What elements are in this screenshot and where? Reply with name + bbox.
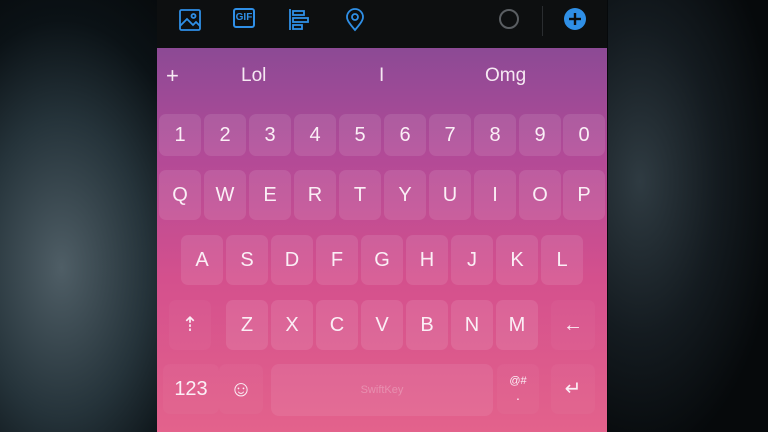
key-9[interactable]: 9	[519, 114, 561, 156]
key-2[interactable]: 2	[204, 114, 246, 156]
symbols-key[interactable]: @# .	[497, 364, 539, 414]
key-5[interactable]: 5	[339, 114, 381, 156]
symbols-sub-label: .	[516, 387, 520, 403]
key-c[interactable]: C	[316, 300, 358, 350]
key-t[interactable]: T	[339, 170, 381, 220]
suggestion-center[interactable]: I	[379, 64, 384, 88]
add-icon[interactable]	[563, 7, 587, 31]
key-n[interactable]: N	[451, 300, 493, 350]
toolbar-divider	[542, 6, 543, 36]
shift-key[interactable]: ⇡	[169, 300, 211, 350]
background-right	[608, 0, 768, 432]
gif-icon[interactable]: GIF	[233, 8, 255, 28]
key-l[interactable]: L	[541, 235, 583, 285]
phone-screen: G I F + Lol I Omg 1 2 3 4 5 6 7 8 9 0 Q W …	[157, 0, 607, 432]
image-icon[interactable]	[178, 8, 202, 32]
emoji-key[interactable]: ☺	[219, 364, 263, 414]
suggestion-left[interactable]: Lol	[241, 64, 266, 88]
keyboard: + Lol I Omg 1 2 3 4 5 6 7 8 9 0 Q W E R …	[157, 48, 607, 432]
key-0[interactable]: 0	[563, 114, 605, 156]
key-q[interactable]: Q	[159, 170, 201, 220]
key-v[interactable]: V	[361, 300, 403, 350]
key-w[interactable]: W	[204, 170, 246, 220]
key-f[interactable]: F	[316, 235, 358, 285]
key-p[interactable]: P	[563, 170, 605, 220]
key-z[interactable]: Z	[226, 300, 268, 350]
location-icon[interactable]	[343, 8, 367, 32]
key-7[interactable]: 7	[429, 114, 471, 156]
space-brand-label: SwiftKey	[360, 384, 404, 396]
key-r[interactable]: R	[294, 170, 336, 220]
key-b[interactable]: B	[406, 300, 448, 350]
symbols-label: @#	[509, 375, 527, 387]
key-e[interactable]: E	[249, 170, 291, 220]
key-3[interactable]: 3	[249, 114, 291, 156]
enter-key[interactable]: ↵	[551, 364, 595, 414]
key-m[interactable]: M	[496, 300, 538, 350]
key-8[interactable]: 8	[474, 114, 516, 156]
space-bar[interactable]: SwiftKey	[271, 364, 493, 416]
key-4[interactable]: 4	[294, 114, 336, 156]
key-g[interactable]: G	[361, 235, 403, 285]
suggestion-right[interactable]: Omg	[485, 64, 526, 88]
emoji-icon: ☺	[229, 376, 253, 401]
suggestion-bar: + Lol I Omg	[157, 48, 607, 104]
backspace-key[interactable]: ←	[551, 300, 595, 350]
numbers-key[interactable]: 123	[163, 364, 219, 414]
key-d[interactable]: D	[271, 235, 313, 285]
circle-icon[interactable]	[497, 7, 521, 31]
key-j[interactable]: J	[451, 235, 493, 285]
key-s[interactable]: S	[226, 235, 268, 285]
format-icon[interactable]	[287, 8, 311, 32]
keyboard-toolbar: GIF	[157, 0, 607, 48]
key-6[interactable]: 6	[384, 114, 426, 156]
key-o[interactable]: O	[519, 170, 561, 220]
key-i[interactable]: I	[474, 170, 516, 220]
key-u[interactable]: U	[429, 170, 471, 220]
key-1[interactable]: 1	[159, 114, 201, 156]
key-k[interactable]: K	[496, 235, 538, 285]
key-x[interactable]: X	[271, 300, 313, 350]
key-y[interactable]: Y	[384, 170, 426, 220]
key-a[interactable]: A	[181, 235, 223, 285]
key-h[interactable]: H	[406, 235, 448, 285]
expand-suggestions-button[interactable]: +	[166, 64, 179, 88]
